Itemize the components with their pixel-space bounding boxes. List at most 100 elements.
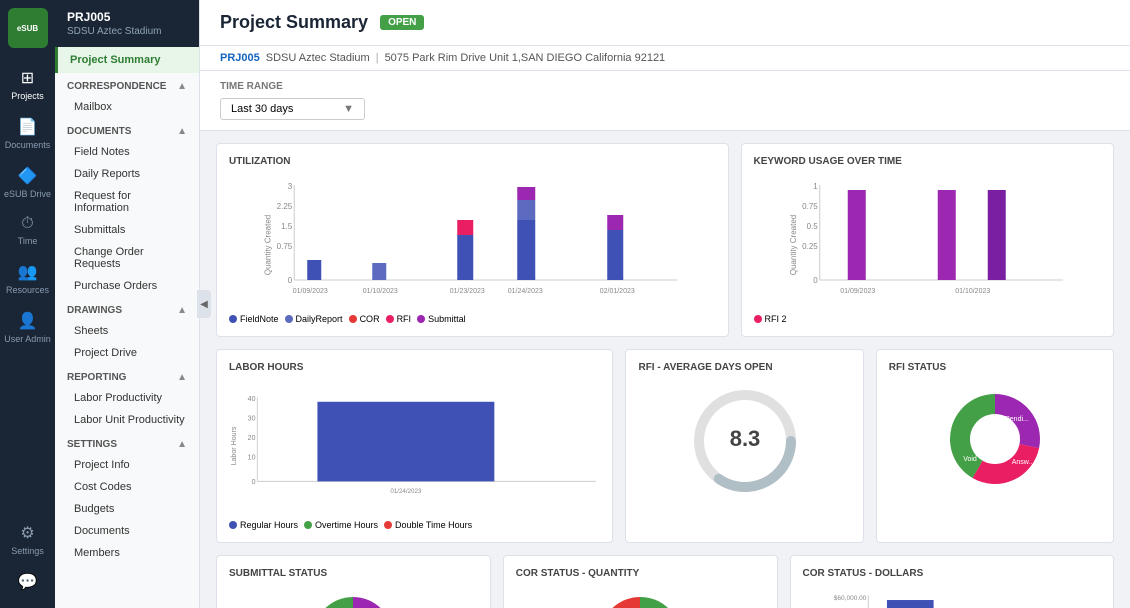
time-range-value: Last 30 days (231, 103, 293, 115)
svg-text:0.75: 0.75 (277, 242, 293, 251)
sidebar-item-time[interactable]: ⏱ Time (0, 207, 55, 254)
legend-fieldnote: FieldNote (229, 314, 279, 324)
keyword-svg: Quantity Created 1 0.75 0.5 0.25 0 01/09… (754, 175, 1102, 305)
overtime-hours-dot (304, 521, 312, 529)
menu-section-drawings[interactable]: DRAWINGS ▲ (55, 297, 199, 320)
rfi2-dot (754, 315, 762, 323)
submittal-label: Submittal (428, 314, 466, 324)
svg-text:Quantity Created: Quantity Created (788, 215, 797, 275)
svg-text:1: 1 (813, 182, 818, 191)
menu-item-documents-settings[interactable]: Documents (55, 520, 199, 542)
project-address: 5075 Park Rim Drive Unit 1,SAN DIEGO Cal… (385, 52, 666, 64)
project-id-link[interactable]: PRJ005 (220, 52, 260, 64)
menu-item-rfi[interactable]: Request for Information (55, 185, 199, 219)
sidebar-item-resources[interactable]: 👥 Resources (0, 254, 55, 303)
menu-item-project-drive[interactable]: Project Drive (55, 342, 199, 364)
svg-text:0: 0 (288, 276, 293, 285)
settings-label: Settings (11, 546, 44, 556)
chart-submittal-status: SUBMITTAL STATUS Appro... Draf... (216, 555, 491, 608)
cor-label: COR (360, 314, 380, 324)
projects-icon: ⊞ (21, 68, 34, 88)
cor-qty-svg: Sent Appro... (585, 587, 695, 608)
svg-text:2.25: 2.25 (277, 202, 293, 211)
time-range-section: TIME RANGE Last 30 days ▼ (200, 71, 1130, 131)
cor-dollars-svg: $60,000.00 $45,000.00 $30,000.00 $15,000… (803, 587, 1102, 608)
svg-text:01/24/2023: 01/24/2023 (390, 488, 422, 495)
svg-text:01/09/2023: 01/09/2023 (840, 288, 875, 295)
menu-item-project-summary[interactable]: Project Summary (55, 47, 199, 73)
projects-label: Projects (11, 91, 44, 101)
resources-icon: 👥 (18, 262, 38, 282)
menu-item-project-info[interactable]: Project Info (55, 454, 199, 476)
submittal-dot (417, 315, 425, 323)
sidebar-item-user-admin[interactable]: 👤 User Admin (0, 303, 55, 352)
labor-title: LABOR HOURS (229, 362, 600, 373)
cor-dot (349, 315, 357, 323)
svg-text:01/09/2023: 01/09/2023 (293, 288, 328, 295)
user-admin-icon: 👤 (18, 311, 38, 331)
resources-label: Resources (6, 285, 49, 295)
collapse-settings-icon: ▲ (177, 439, 187, 450)
menu-item-cost-codes[interactable]: Cost Codes (55, 476, 199, 498)
app-logo: eSUB (8, 8, 48, 48)
collapse-documents-icon: ▲ (177, 126, 187, 137)
menu-item-submittals[interactable]: Submittals (55, 219, 199, 241)
chart-cor-status-dollars: COR STATUS - DOLLARS $60,000.00 $45,000.… (790, 555, 1115, 608)
svg-text:Labor Hours: Labor Hours (231, 426, 238, 465)
user-admin-label: User Admin (4, 334, 51, 344)
charts-container: UTILIZATION Quantity Created 3 2.25 1.5 … (200, 131, 1130, 608)
svg-text:40: 40 (248, 396, 256, 403)
menu-item-change-order-requests[interactable]: Change Order Requests (55, 241, 199, 275)
sidebar-item-chat[interactable]: 💬 (0, 564, 55, 600)
submittal-status-title: SUBMITTAL STATUS (229, 568, 478, 579)
utilization-chart-area: Quantity Created 3 2.25 1.5 0.75 0 (229, 175, 716, 308)
menu-section-correspondence[interactable]: CORRESPONDENCE ▲ (55, 73, 199, 96)
rfi-gauge-svg: 8.3 (690, 386, 800, 496)
legend-rfi: RFI (386, 314, 412, 324)
sidebar-item-projects[interactable]: ⊞ Projects (0, 60, 55, 109)
cor-qty-title: COR STATUS - QUANTITY (516, 568, 765, 579)
menu-item-budgets[interactable]: Budgets (55, 498, 199, 520)
utilization-svg: Quantity Created 3 2.25 1.5 0.75 0 (229, 175, 716, 305)
charts-row-1: UTILIZATION Quantity Created 3 2.25 1.5 … (216, 143, 1114, 337)
menu-item-mailbox[interactable]: Mailbox (55, 96, 199, 118)
rfi-status-svg: Pendi... Answ... Void (935, 384, 1055, 499)
sidebar-item-documents[interactable]: 📄 Documents (0, 109, 55, 158)
menu-item-members[interactable]: Members (55, 542, 199, 564)
double-time-dot (384, 521, 392, 529)
rfi-status-title: RFI STATUS (889, 362, 1101, 373)
menu-section-settings[interactable]: SETTINGS ▲ (55, 431, 199, 454)
sidebar-toggle[interactable]: ◀ (197, 290, 211, 318)
rfi-dot (386, 315, 394, 323)
menu-item-purchase-orders[interactable]: Purchase Orders (55, 275, 199, 297)
chart-utilization: UTILIZATION Quantity Created 3 2.25 1.5 … (216, 143, 729, 337)
sidebar-item-esub-drive[interactable]: 🔷 eSUB Drive (0, 158, 55, 207)
menu-section-reporting[interactable]: REPORTING ▲ (55, 364, 199, 387)
menu-item-field-notes[interactable]: Field Notes (55, 141, 199, 163)
menu-item-labor-unit-productivity[interactable]: Labor Unit Productivity (55, 409, 199, 431)
chart-labor-hours: LABOR HOURS Labor Hours 40 30 20 10 0 (216, 349, 613, 543)
icon-sidebar: eSUB ⊞ Projects 📄 Documents 🔷 eSUB Drive… (0, 0, 55, 608)
sidebar-item-settings[interactable]: ⚙ Settings (0, 515, 55, 564)
rfi-answered-label: Answ... (1012, 459, 1035, 466)
project-detail: PRJ005 SDSU Aztec Stadium | 5075 Park Ri… (220, 52, 1110, 64)
project-name: SDSU Aztec Stadium (67, 26, 187, 37)
collapse-correspondence-icon: ▲ (177, 81, 187, 92)
chart-rfi-avg-days: RFI - AVERAGE DAYS OPEN 8.3 (625, 349, 863, 543)
rfi-avg-display: 8.3 (638, 381, 850, 501)
svg-text:01/23/2023: 01/23/2023 (450, 288, 485, 295)
svg-text:0: 0 (252, 479, 256, 486)
svg-text:0.25: 0.25 (802, 242, 818, 251)
legend-double-time-hours: Double Time Hours (384, 520, 472, 530)
time-icon: ⏱ (21, 215, 33, 233)
time-range-select[interactable]: Last 30 days ▼ (220, 98, 365, 120)
dropdown-arrow-icon: ▼ (343, 103, 354, 115)
project-id: PRJ005 (67, 10, 187, 24)
menu-item-sheets[interactable]: Sheets (55, 320, 199, 342)
menu-section-documents[interactable]: DOCUMENTS ▲ (55, 118, 199, 141)
main-content: Project Summary OPEN PRJ005 SDSU Aztec S… (200, 0, 1130, 608)
keyword-legend: RFI 2 (754, 314, 1102, 324)
menu-item-daily-reports[interactable]: Daily Reports (55, 163, 199, 185)
drive-label: eSUB Drive (4, 189, 51, 199)
menu-item-labor-productivity[interactable]: Labor Productivity (55, 387, 199, 409)
